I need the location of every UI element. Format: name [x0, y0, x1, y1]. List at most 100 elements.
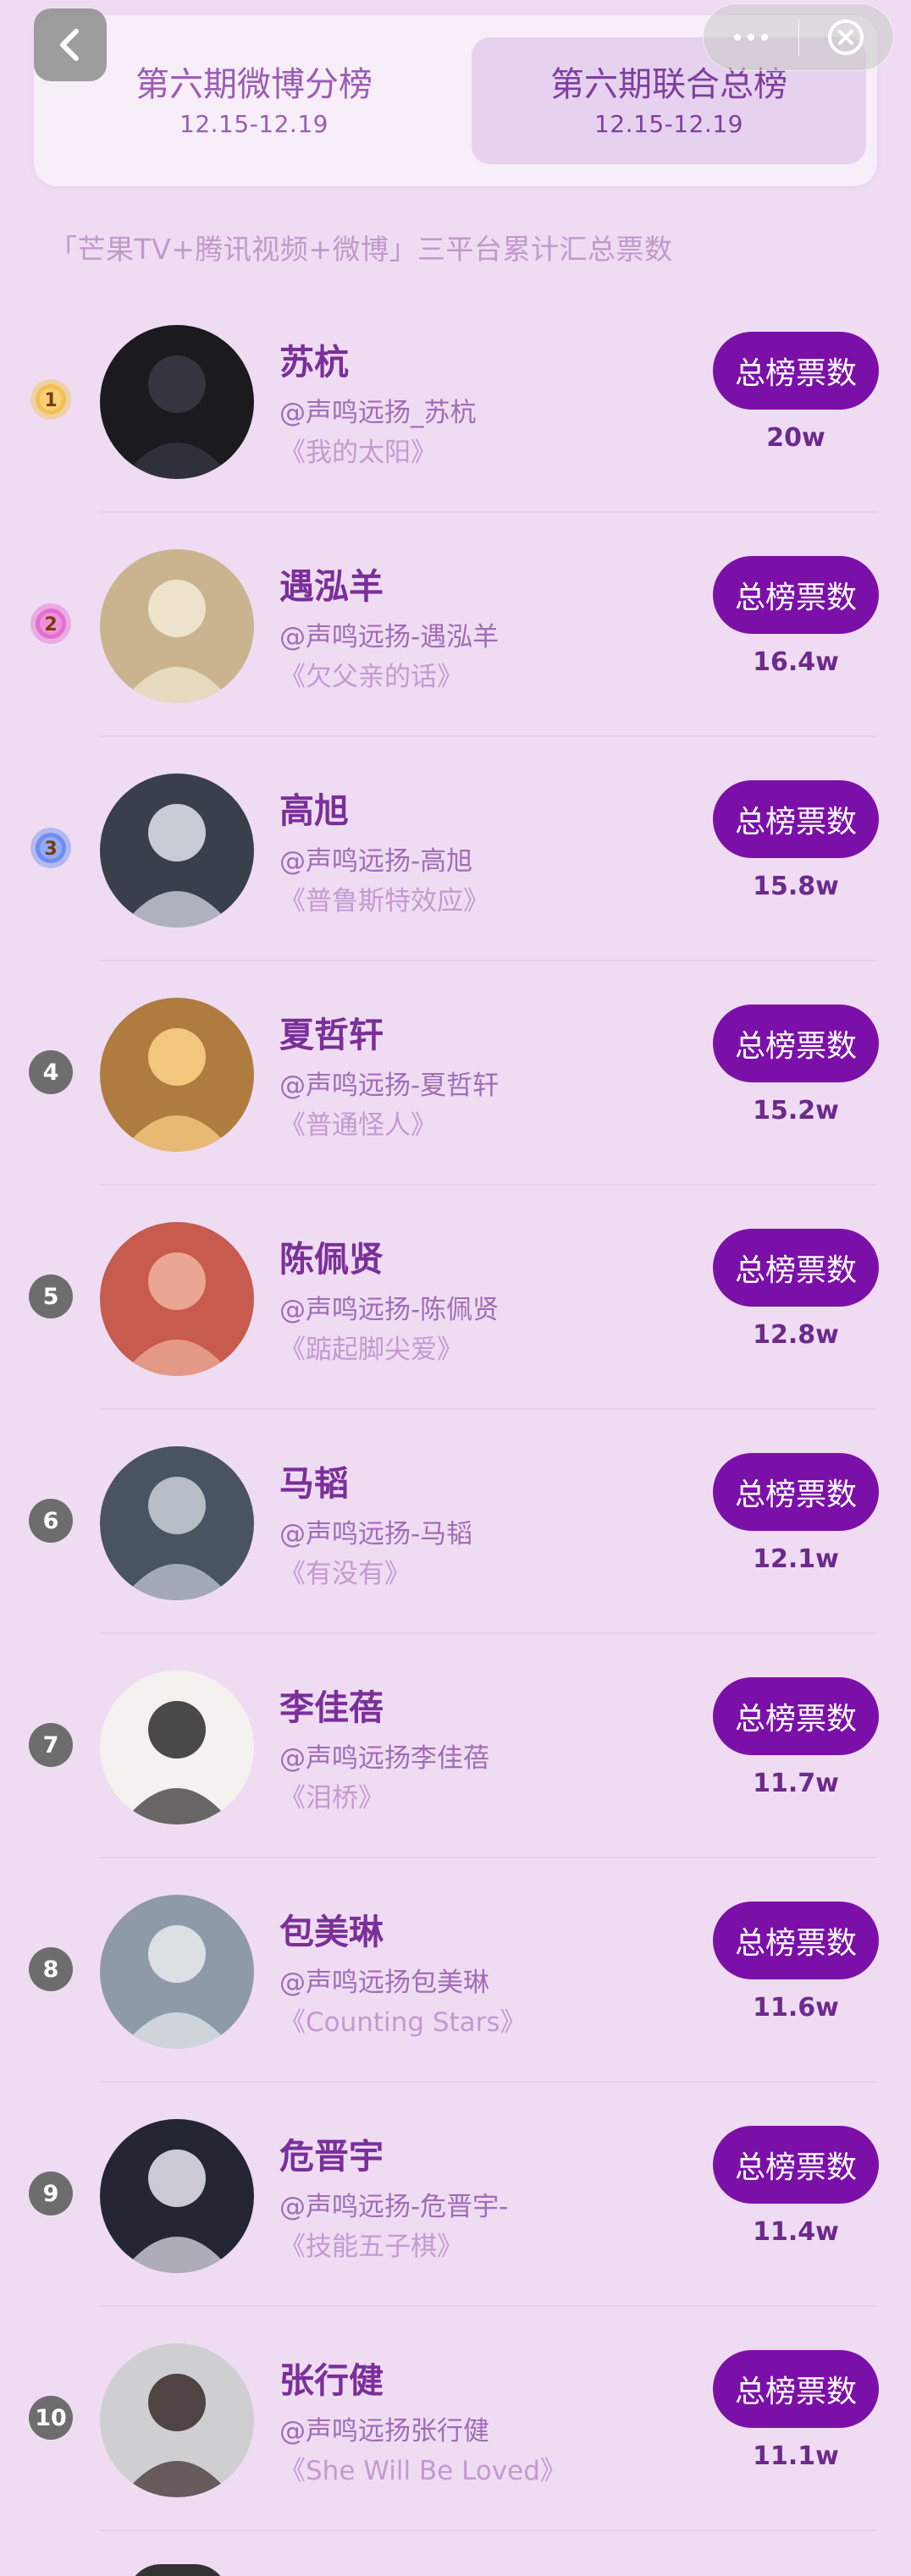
song-title: 《技能五子棋》 — [279, 2232, 463, 2262]
total-votes-button[interactable]: 总榜票数 — [713, 2126, 879, 2204]
vote-count: 20w — [766, 423, 825, 453]
total-votes-button[interactable]: 总榜票数 — [713, 556, 879, 634]
next-avatar-peek — [127, 2564, 229, 2576]
medal-icon: 1 — [30, 379, 71, 420]
total-votes-button[interactable]: 总榜票数 — [713, 332, 879, 410]
contestant-name: 苏杭 — [279, 342, 349, 383]
total-votes-button[interactable]: 总榜票数 — [713, 1229, 879, 1307]
song-title: 《有没有》 — [279, 1559, 411, 1589]
medal-icon: 2 — [30, 603, 71, 644]
rank-badge: 7 — [29, 1723, 73, 1767]
vote-count: 11.4w — [753, 2217, 839, 2247]
contestant-name: 李佳蓓 — [279, 1687, 384, 1728]
page-subtitle: 「芒果TV+腾讯视频+微博」三平台累计汇总票数 — [49, 233, 673, 266]
list-item[interactable]: 9 危晋宇 @声鸣远扬-危晋宇- 《技能五子棋》 总榜票数 11.4w — [0, 2083, 911, 2307]
avatar[interactable] — [100, 549, 254, 703]
song-title: 《普鲁斯特效应》 — [279, 886, 489, 916]
tab-title: 第六期微博分榜 — [135, 64, 373, 104]
svg-text:2: 2 — [44, 614, 57, 636]
rank-badge: 8 — [29, 1947, 73, 1991]
avatar[interactable] — [100, 1671, 254, 1825]
tab-date: 12.15-12.19 — [179, 109, 329, 138]
song-title: 《She Will Be Loved》 — [279, 2456, 566, 2486]
vote-count: 15.8w — [753, 872, 839, 901]
weibo-handle: @声鸣远扬包美琳 — [279, 1968, 489, 1998]
list-item[interactable]: 1 苏杭 @声鸣远扬_苏杭 《我的太阳》 总榜票数 20w — [0, 289, 911, 513]
row-divider — [100, 2081, 877, 2083]
rank-badge: 1 — [29, 377, 73, 421]
contestant-name: 危晋宇 — [279, 2136, 384, 2177]
song-title: 《欠父亲的话》 — [279, 662, 463, 692]
contestant-name: 包美琳 — [279, 1912, 384, 1952]
vote-count: 11.1w — [753, 2441, 839, 2471]
song-title: 《普通怪人》 — [279, 1110, 437, 1141]
ranking-page: 第六期微博分榜 12.15-12.19 第六期联合总榜 12.15-12.19 … — [0, 0, 911, 2576]
avatar[interactable] — [100, 1446, 254, 1600]
list-item[interactable]: 10 张行健 @声鸣远扬张行健《She Will Be Loved》 总榜票数 11.1… — [0, 2308, 911, 2531]
song-title: 《泪桥》 — [279, 1783, 384, 1814]
weibo-handle: @声鸣远扬-夏哲轩 — [279, 1071, 500, 1101]
weibo-handle: @声鸣远扬张行健 — [279, 2416, 489, 2447]
weibo-handle: @声鸣远扬-高旭 — [279, 846, 473, 877]
avatar[interactable] — [100, 2119, 254, 2273]
list-item[interactable]: 2 遇泓羊 @声鸣远扬-遇泓羊 《欠父亲的话》 总榜票数 16.4w — [0, 514, 911, 737]
weibo-handle: @声鸣远扬-危晋宇- — [279, 2192, 509, 2222]
close-button[interactable] — [799, 3, 894, 71]
song-title: 《我的太阳》 — [279, 438, 437, 468]
avatar[interactable] — [100, 1222, 254, 1376]
back-button[interactable] — [34, 8, 107, 81]
rank-badge: 10 — [29, 2396, 73, 2440]
total-votes-button[interactable]: 总榜票数 — [713, 1453, 879, 1531]
rank-badge: 5 — [29, 1274, 73, 1318]
row-divider — [100, 2305, 877, 2307]
song-title: 《Counting Stars》 — [279, 2007, 527, 2038]
rank-badge: 9 — [29, 2171, 73, 2215]
tab-date: 12.15-12.19 — [594, 109, 743, 138]
chevron-left-icon — [60, 29, 79, 61]
vote-count: 12.8w — [753, 1320, 839, 1350]
avatar[interactable] — [100, 1895, 254, 2049]
vote-count: 15.2w — [753, 1096, 839, 1126]
rank-badge: 6 — [29, 1499, 73, 1543]
list-item[interactable]: 6 马韬 @声鸣远扬-马韬 《有没有》 总榜票数 12.1w — [0, 1411, 911, 1634]
row-divider — [100, 1632, 877, 1634]
medal-icon: 3 — [30, 828, 71, 868]
total-votes-button[interactable]: 总榜票数 — [713, 2350, 879, 2428]
avatar[interactable] — [100, 773, 254, 927]
more-button[interactable] — [704, 3, 798, 71]
ellipsis-icon — [733, 34, 768, 41]
song-title: 《踮起脚尖爱》 — [279, 1335, 463, 1365]
row-divider — [100, 511, 877, 513]
avatar[interactable] — [100, 2343, 254, 2497]
vote-count: 16.4w — [753, 647, 839, 677]
row-divider — [100, 1857, 877, 1858]
close-circle-icon — [828, 19, 864, 55]
contestant-name: 马韬 — [279, 1463, 349, 1504]
total-votes-button[interactable]: 总榜票数 — [713, 1902, 879, 1979]
svg-text:1: 1 — [44, 390, 57, 411]
weibo-handle: @声鸣远扬-遇泓羊 — [279, 622, 500, 652]
row-divider — [100, 1408, 877, 1410]
rank-badge: 4 — [29, 1050, 73, 1094]
vote-count: 11.6w — [753, 1993, 839, 2023]
list-item[interactable]: 7 李佳蓓 @声鸣远扬李佳蓓 《泪桥》 总榜票数 11.7w — [0, 1635, 911, 1858]
vote-count: 11.7w — [753, 1769, 839, 1798]
rank-badge: 2 — [29, 602, 73, 646]
contestant-name: 夏哲轩 — [279, 1015, 384, 1055]
avatar[interactable] — [100, 325, 254, 479]
rank-badge: 3 — [29, 826, 73, 870]
total-votes-button[interactable]: 总榜票数 — [713, 780, 879, 858]
list-item[interactable]: 4 夏哲轩 @声鸣远扬-夏哲轩 《普通怪人》 总榜票数 15.2w — [0, 962, 911, 1186]
contestant-name: 张行健 — [279, 2360, 384, 2401]
row-divider — [100, 960, 877, 961]
total-votes-button[interactable]: 总榜票数 — [713, 1677, 879, 1755]
total-votes-button[interactable]: 总榜票数 — [713, 1005, 879, 1082]
vote-count: 12.1w — [753, 1544, 839, 1574]
list-item[interactable]: 3 高旭 @声鸣远扬-高旭 《普鲁斯特效应》 总榜票数 15.8w — [0, 738, 911, 961]
list-item[interactable]: 8 包美琳 @声鸣远扬包美琳《Counting Stars》 总榜票数 11.6w — [0, 1859, 911, 2083]
svg-text:3: 3 — [44, 839, 57, 860]
list-item[interactable]: 5 陈佩贤 @声鸣远扬-陈佩贤 《踮起脚尖爱》 总榜票数 12.8w — [0, 1186, 911, 1410]
row-divider — [100, 2529, 877, 2531]
contestant-name: 遇泓羊 — [279, 566, 384, 607]
avatar[interactable] — [100, 998, 254, 1152]
